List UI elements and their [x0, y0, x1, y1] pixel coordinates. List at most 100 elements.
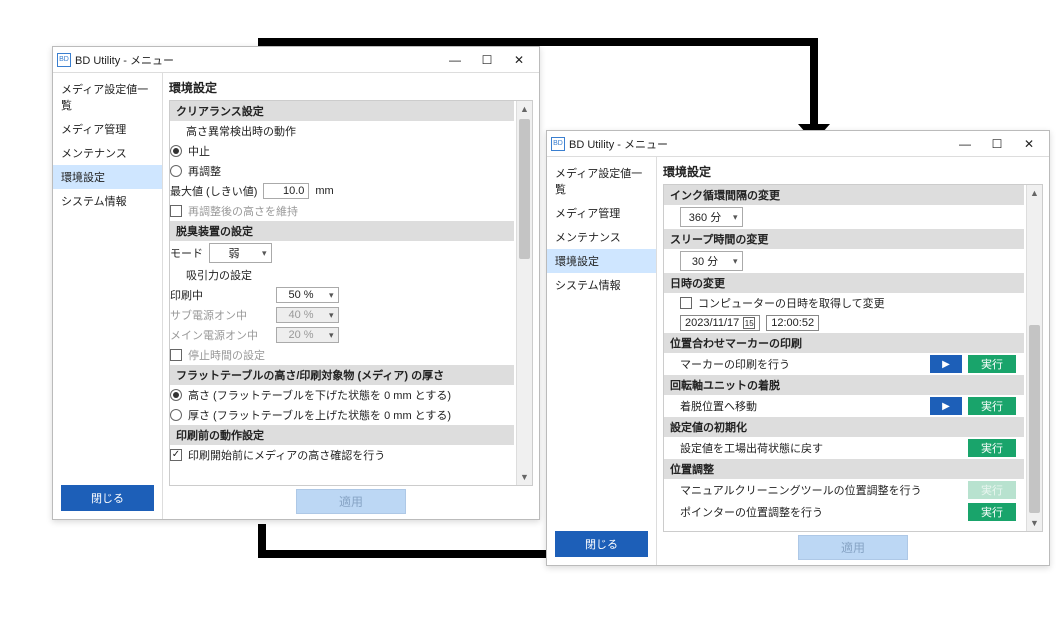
mode-select[interactable]: 弱▾	[209, 243, 272, 263]
titlebar: BD BD Utility - メニュー — ☐ ✕	[53, 47, 539, 73]
sidebar: メディア設定値一覧 メディア管理 メンテナンス 環境設定 システム情報 閉じる	[53, 73, 163, 519]
window-env-settings-1: BD BD Utility - メニュー — ☐ ✕ メディア設定値一覧 メディ…	[52, 46, 540, 520]
date-input[interactable]: 2023/11/1715	[680, 315, 760, 331]
sidebar-item-env-settings[interactable]: 環境設定	[53, 165, 162, 189]
apply-button[interactable]: 適用	[798, 535, 908, 560]
scroll-pane: クリアランス設定 高さ異常検出時の動作 中止 再調整 最大値 (しきい値) 10…	[169, 100, 533, 486]
time-input[interactable]: 12:00:52	[766, 315, 819, 331]
section-init: 設定値の初期化	[664, 417, 1024, 437]
init-label: 設定値を工場出荷状態に戻す	[680, 440, 962, 456]
manual-clean-exec-button: 実行	[968, 481, 1016, 499]
section-posadj: 位置調整	[664, 459, 1024, 479]
rotary-label: 着脱位置へ移動	[680, 398, 924, 414]
sidebar-item-media-manage[interactable]: メディア管理	[547, 201, 656, 225]
scrollbar[interactable]: ▲ ▼	[516, 101, 532, 485]
radio-thickness[interactable]	[170, 409, 182, 421]
pointer-adj-label: ポインターの位置調整を行う	[680, 504, 962, 520]
close-window-button[interactable]: ✕	[503, 50, 535, 70]
marker-label: マーカーの印刷を行う	[680, 356, 924, 372]
chevron-down-icon: ▾	[325, 330, 338, 341]
section-rotary: 回転軸ユニットの着脱	[664, 375, 1024, 395]
sidebar-item-maintenance[interactable]: メンテナンス	[547, 225, 656, 249]
sidebar-item-env-settings[interactable]: 環境設定	[547, 249, 656, 273]
sidebar-item-media-list[interactable]: メディア設定値一覧	[53, 77, 162, 117]
chevron-down-icon: ▾	[729, 256, 742, 267]
sidebar-item-system-info[interactable]: システム情報	[53, 189, 162, 213]
minimize-button[interactable]: —	[439, 50, 471, 70]
scroll-down-icon[interactable]: ▼	[517, 469, 532, 485]
chevron-down-icon: ▾	[325, 310, 338, 321]
scroll-up-icon[interactable]: ▲	[1027, 185, 1042, 201]
app-icon: BD	[551, 137, 565, 151]
radio-stop-label: 中止	[188, 143, 210, 159]
rotary-exec-button[interactable]: 実行	[968, 397, 1016, 415]
minimize-button[interactable]: —	[949, 134, 981, 154]
apply-button[interactable]: 適用	[296, 489, 406, 514]
chk-keep-height-label: 再調整後の高さを維持	[188, 203, 298, 219]
marker-exec-button[interactable]: 実行	[968, 355, 1016, 373]
chk-stop-time	[170, 349, 182, 361]
close-button[interactable]: 閉じる	[61, 485, 154, 511]
app-icon: BD	[57, 53, 71, 67]
sidebar-item-media-manage[interactable]: メディア管理	[53, 117, 162, 141]
chk-preprint-height[interactable]	[170, 449, 182, 461]
section-ink-interval: インク循環間隔の変更	[664, 185, 1024, 205]
chevron-down-icon: ▾	[258, 248, 271, 259]
chk-sync-pc-time[interactable]	[680, 297, 692, 309]
chk-preprint-height-label: 印刷開始前にメディアの高さ確認を行う	[188, 447, 385, 463]
maxval-unit: mm	[315, 185, 333, 197]
sleep-select[interactable]: 30 分▾	[680, 251, 743, 271]
close-button[interactable]: 閉じる	[555, 531, 648, 557]
flow-arrow-v1	[810, 38, 818, 128]
sub-power-select: 40 %▾	[276, 307, 339, 323]
section-marker: 位置合わせマーカーの印刷	[664, 333, 1024, 353]
section-deodorizer: 脱臭装置の設定	[170, 221, 514, 241]
manual-clean-label: マニュアルクリーニングツールの位置調整を行う	[680, 482, 962, 498]
chk-stop-time-label: 停止時間の設定	[188, 347, 265, 363]
suction-label: 吸引力の設定	[170, 265, 514, 285]
marker-play-button[interactable]: ▶	[930, 355, 962, 373]
window-env-settings-2: BD BD Utility - メニュー — ☐ ✕ メディア設定値一覧 メディ…	[546, 130, 1050, 566]
play-icon: ▶	[942, 359, 950, 370]
scrollbar[interactable]: ▲ ▼	[1026, 185, 1042, 531]
maxval-label: 最大値 (しきい値)	[170, 183, 257, 199]
page-title: 環境設定	[169, 79, 533, 96]
scroll-up-icon[interactable]: ▲	[517, 101, 532, 117]
sidebar-item-maintenance[interactable]: メンテナンス	[53, 141, 162, 165]
printing-select[interactable]: 50 %▾	[276, 287, 339, 303]
init-exec-button[interactable]: 実行	[968, 439, 1016, 457]
maximize-button[interactable]: ☐	[981, 134, 1013, 154]
radio-readjust-label: 再調整	[188, 163, 221, 179]
close-window-button[interactable]: ✕	[1013, 134, 1045, 154]
sidebar-item-media-list[interactable]: メディア設定値一覧	[547, 161, 656, 201]
chk-sync-pc-time-label: コンピューターの日時を取得して変更	[698, 295, 885, 311]
scroll-down-icon[interactable]: ▼	[1027, 515, 1042, 531]
radio-stop[interactable]	[170, 145, 182, 157]
clearance-sub-label: 高さ異常検出時の動作	[170, 121, 514, 141]
radio-height-label: 高さ (フラットテーブルを下げた状態を 0 mm とする)	[188, 387, 451, 403]
radio-thickness-label: 厚さ (フラットテーブルを上げた状態を 0 mm とする)	[188, 407, 451, 423]
section-sleep: スリープ時間の変更	[664, 229, 1024, 249]
maximize-button[interactable]: ☐	[471, 50, 503, 70]
pointer-adj-exec-button[interactable]: 実行	[968, 503, 1016, 521]
main-power-select: 20 %▾	[276, 327, 339, 343]
calendar-icon[interactable]: 15	[743, 317, 755, 329]
rotary-play-button[interactable]: ▶	[930, 397, 962, 415]
sub-power-label: サブ電源オン中	[170, 307, 270, 323]
main-power-label: メイン電源オン中	[170, 327, 270, 343]
maxval-input[interactable]: 10.0	[263, 183, 309, 199]
section-preprint: 印刷前の動作設定	[170, 425, 514, 445]
chevron-down-icon: ▾	[729, 212, 742, 223]
window-title: BD Utility - メニュー	[75, 52, 439, 68]
play-icon: ▶	[942, 401, 950, 412]
page-title: 環境設定	[663, 163, 1043, 180]
radio-height[interactable]	[170, 389, 182, 401]
ink-interval-select[interactable]: 360 分▾	[680, 207, 743, 227]
scrollbar-thumb[interactable]	[519, 119, 530, 259]
radio-readjust[interactable]	[170, 165, 182, 177]
sidebar: メディア設定値一覧 メディア管理 メンテナンス 環境設定 システム情報 閉じる	[547, 157, 657, 565]
flow-arrow-h2	[258, 550, 568, 558]
section-flat-table: フラットテーブルの高さ/印刷対象物 (メディア) の厚さ	[170, 365, 514, 385]
scrollbar-thumb[interactable]	[1029, 325, 1040, 513]
sidebar-item-system-info[interactable]: システム情報	[547, 273, 656, 297]
